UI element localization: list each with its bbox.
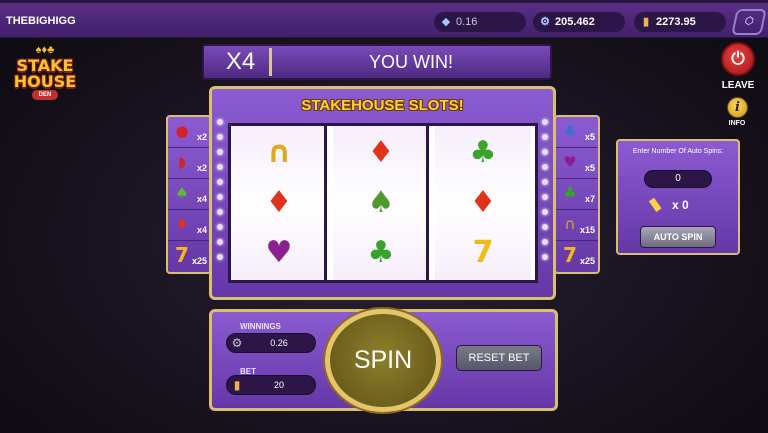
winnings-value: 0.26: [270, 338, 288, 348]
payout-row: ♣ x5: [556, 117, 598, 148]
win-message: YOU WIN!: [369, 52, 453, 72]
slot-machine: STAKEHOUSE SLOTS! ∩ ♦ ♥ ♦ ♠ ♣ ♣ ♦ 7: [209, 86, 556, 300]
payout-multiplier: x15: [579, 225, 595, 235]
reset-bet-button[interactable]: RESET BET: [456, 345, 542, 371]
spin-button[interactable]: SPIN: [325, 309, 441, 412]
logo-line2: HOUSE: [13, 72, 77, 91]
bottle-icon: ▮: [645, 193, 664, 215]
machine-lights-right: [540, 119, 550, 279]
watermelon-icon: ◗: [178, 153, 186, 171]
clover-icon: ♣: [563, 184, 577, 202]
payout-multiplier: x5: [584, 132, 595, 142]
payout-row: 7 x25: [168, 241, 210, 272]
control-panel: WINNINGS ⚙ 0.26 BET ▮ 20 SPIN RESET BET: [209, 309, 558, 412]
bottle-balance: ▮ 2273.95: [634, 12, 726, 32]
bottle-icon: ▮: [642, 16, 650, 28]
bike-balance-value: 205.462: [555, 16, 595, 28]
bottle-icon: ▮: [233, 378, 241, 392]
auto-spin-button[interactable]: AUTO SPIN: [640, 226, 716, 248]
diamond-icon: ♦: [469, 185, 497, 220]
payout-row: ● x2: [168, 117, 210, 148]
payout-row: ♦ x4: [168, 210, 210, 241]
logo-line3: DEN: [32, 90, 58, 100]
clover-icon: ♣: [367, 235, 395, 270]
payout-multiplier: x25: [191, 256, 207, 266]
auto-spins-input[interactable]: 0: [644, 170, 712, 188]
payout-row: ♣ x7: [556, 179, 598, 210]
info-icon: i: [735, 100, 740, 115]
payout-multiplier: x4: [196, 194, 207, 204]
bet-field[interactable]: ▮ 20: [226, 375, 316, 395]
winnings-field: ⚙ 0.26: [226, 333, 316, 353]
seven-icon: 7: [175, 243, 189, 267]
info-label: INFO: [728, 120, 746, 127]
username: THEBIGHIGG: [6, 15, 76, 27]
bike-icon: ⚙: [540, 16, 550, 28]
reel-2: ♦ ♠ ♣: [333, 126, 429, 280]
gem-balance-value: 0.16: [456, 16, 478, 28]
leave-button[interactable]: ⏻: [721, 42, 755, 76]
heart-icon: ♥: [265, 235, 293, 270]
club-icon: ♣: [563, 122, 577, 140]
seven-icon: 7: [563, 243, 577, 267]
payout-multiplier: x5: [584, 163, 595, 173]
bet-value: 20: [273, 380, 284, 390]
payout-row: ♥ x5: [556, 148, 598, 179]
winnings-label: WINNINGS: [240, 322, 281, 331]
payout-multiplier: x4: [196, 225, 207, 235]
horseshoe-icon: ∩: [266, 135, 292, 170]
auto-spin-panel: Enter Number Of Auto Spins: 0 ▮ x 0 AUTO…: [616, 139, 740, 255]
bike-icon: ⚙: [231, 336, 243, 350]
payout-row: ♠ x4: [168, 179, 210, 210]
horseshoe-icon: ∩: [564, 215, 576, 233]
bike-balance: ⚙ 205.462: [533, 12, 625, 32]
machine-lights-left: [215, 119, 225, 279]
clover-icon: ♣: [469, 135, 497, 170]
result-banner: X4 YOU WIN!: [202, 44, 552, 80]
diamond-icon: ♦: [367, 135, 395, 170]
bottle-balance-value: 2273.95: [656, 16, 696, 28]
cherry-icon: ●: [175, 122, 189, 140]
heart-icon: ♥: [563, 153, 577, 171]
reel-1: ∩ ♦ ♥: [231, 126, 327, 280]
payout-row: ◗ x2: [168, 148, 210, 179]
gem-icon: ◆: [441, 16, 451, 28]
reels-window: ∩ ♦ ♥ ♦ ♠ ♣ ♣ ♦ 7: [228, 123, 538, 283]
payout-multiplier: x25: [579, 256, 595, 266]
payout-table-left: ● x2 ◗ x2 ♠ x4 ♦ x4 7 x25: [166, 115, 212, 274]
spade-icon: ♠: [175, 184, 189, 202]
payout-multiplier: x7: [584, 194, 595, 204]
reel-3: ♣ ♦ 7: [435, 126, 531, 280]
top-bar: THEBIGHIGG ◆ 0.16 ⚙ 205.462 ▮ 2273.95 ⬡: [0, 0, 768, 38]
hex-menu-icon[interactable]: ⬡: [731, 9, 767, 35]
payout-row: ∩ x15: [556, 210, 598, 241]
stakehouse-den-logo: ♠♦♣ STAKE HOUSE DEN: [10, 44, 80, 104]
leave-label: LEAVE: [721, 80, 755, 91]
machine-title: STAKEHOUSE SLOTS!: [301, 97, 464, 114]
auto-spin-count: x 0: [672, 198, 689, 212]
gem-balance: ◆ 0.16: [434, 12, 526, 32]
spade-icon: ♠: [367, 185, 395, 220]
info-button[interactable]: i: [727, 97, 748, 118]
diamond-icon: ♦: [265, 185, 293, 220]
power-icon: ⏻: [731, 49, 745, 68]
auto-spin-title: Enter Number Of Auto Spins:: [632, 148, 724, 155]
payout-table-right: ♣ x5 ♥ x5 ♣ x7 ∩ x15 7 x25: [554, 115, 600, 274]
payout-multiplier: x2: [196, 163, 207, 173]
diamond-icon: ♦: [175, 215, 189, 233]
payout-multiplier: x2: [196, 132, 207, 142]
payout-row: 7 x25: [556, 241, 598, 272]
win-multiplier: X4: [212, 48, 272, 76]
seven-icon: 7: [472, 235, 494, 270]
